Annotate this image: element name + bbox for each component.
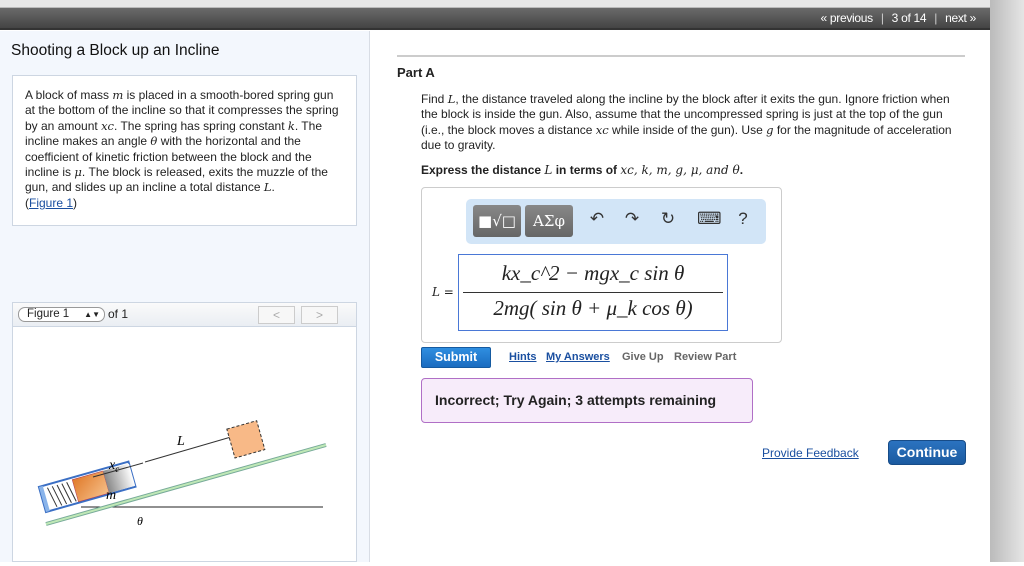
L-dimension: [144, 436, 232, 463]
chevron-updown-icon: ▲▼: [84, 310, 100, 319]
figure-count: of 1: [108, 307, 129, 321]
pagination: « previous | 3 of 14 | next »: [816, 11, 980, 25]
answer-input[interactable]: kx_c^2 − mgx_c sin θ 2mg( sin θ + μ_k co…: [458, 254, 728, 331]
figure-next-button[interactable]: >: [301, 306, 338, 324]
question-text: Find L, the distance traveled along the …: [421, 92, 966, 154]
figure-toolbar: Figure 1 ▲▼ of 1 < >: [13, 303, 356, 327]
figure-select-value: Figure 1: [27, 308, 70, 320]
keyboard-icon[interactable]: ⌨: [697, 209, 722, 229]
undo-icon[interactable]: ↶: [587, 209, 607, 229]
var: k: [287, 118, 295, 133]
browser-strip: [0, 0, 1024, 8]
text: in terms of: [552, 163, 621, 177]
var: xc: [101, 118, 114, 133]
feedback-message: Incorrect; Try Again; 3 attempts remaini…: [421, 378, 753, 423]
templates-button[interactable]: ■√□: [473, 205, 521, 237]
part-title: Part A: [397, 65, 435, 80]
text: Express the distance: [421, 163, 545, 177]
text: .: [739, 163, 744, 177]
provide-feedback-link[interactable]: Provide Feedback: [762, 446, 859, 460]
separator: |: [880, 11, 884, 25]
next-link[interactable]: next »: [945, 11, 976, 25]
continue-button[interactable]: Continue: [888, 440, 966, 465]
text: Find: [421, 92, 448, 106]
problem-title: Shooting a Block up an Incline: [11, 42, 220, 59]
block-final: [226, 420, 266, 459]
separator: |: [934, 11, 938, 25]
var: m: [112, 88, 124, 102]
var: xc: [595, 122, 609, 137]
denominator: 2mg( sin θ + μ_k cos θ): [493, 296, 693, 320]
my-answers-link[interactable]: My Answers: [546, 351, 610, 363]
help-icon[interactable]: ?: [733, 209, 753, 229]
xc-label: xc: [108, 458, 119, 474]
top-nav-bar: « previous | 3 of 14 | next »: [0, 8, 990, 30]
text: .: [271, 180, 275, 195]
answer-label: L =: [432, 285, 454, 299]
theta-label: θ: [137, 514, 143, 528]
figure-prev-button[interactable]: <: [258, 306, 295, 324]
L-label: L: [176, 434, 185, 449]
divider: [397, 55, 965, 57]
var: μ: [74, 165, 82, 180]
text: A block of mass: [25, 88, 113, 102]
previous-link[interactable]: « previous: [820, 11, 873, 25]
reset-icon[interactable]: ↻: [658, 209, 678, 229]
text: . The spring has spring constant: [114, 118, 288, 133]
text: while inside of the gun). Use: [608, 122, 767, 137]
submit-button[interactable]: Submit: [421, 347, 491, 368]
redo-icon[interactable]: ↷: [622, 209, 642, 229]
figure-select[interactable]: Figure 1 ▲▼: [18, 307, 105, 322]
figure-link[interactable]: Figure 1: [29, 196, 73, 210]
hints-link[interactable]: Hints: [509, 351, 537, 363]
give-up-link[interactable]: Give Up: [622, 351, 664, 363]
math-toolbar: ■√□ ΑΣφ ↶ ↷ ↻ ⌨ ?: [466, 199, 766, 244]
figure-panel: Figure 1 ▲▼ of 1 < > m θ xc L: [12, 302, 357, 562]
problem-statement: A block of mass m is placed in a smooth-…: [12, 75, 357, 226]
numerator: kx_c^2 − mgx_c sin θ: [501, 261, 685, 285]
instruction: Express the distance L in terms of xc, k…: [421, 163, 743, 177]
position-indicator: 3 of 14: [891, 11, 927, 25]
vars: xc, k, m, g, μ, and θ: [620, 163, 740, 177]
greek-button[interactable]: ΑΣφ: [525, 205, 573, 237]
scroll-gutter: [990, 0, 1024, 562]
fraction-bar: [463, 292, 723, 293]
mass-label: m: [106, 488, 116, 503]
review-part-link[interactable]: Review Part: [674, 351, 736, 363]
incline-diagram: m θ xc L: [37, 420, 327, 528]
